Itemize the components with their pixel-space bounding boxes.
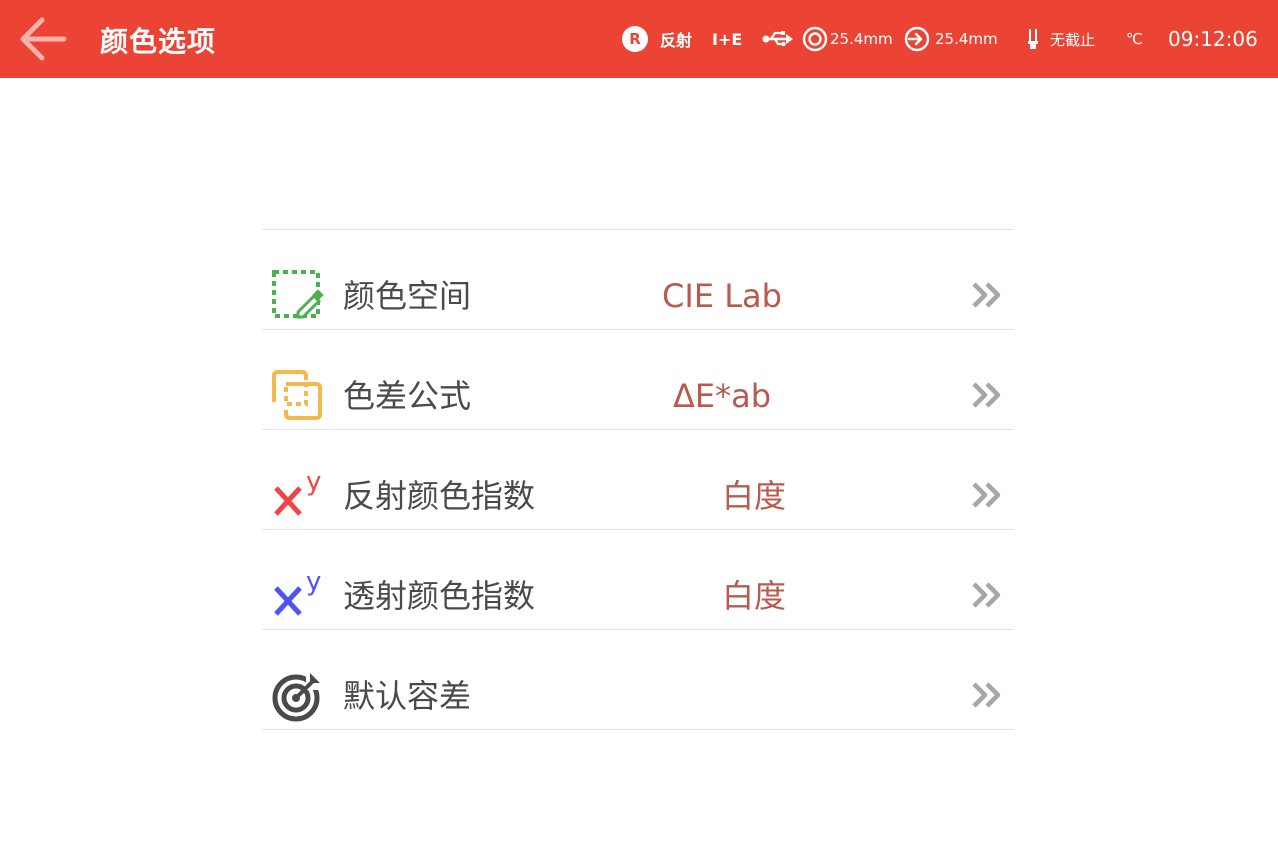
menu-item-label: 颜色空间 <box>343 277 472 315</box>
usb-icon <box>762 31 793 47</box>
back-button[interactable] <box>14 10 76 68</box>
menu-item-delta-e-formula[interactable]: 色差公式 ΔE*ab <box>262 330 1014 430</box>
menu-item-value: CIE Lab <box>662 277 782 315</box>
menu-item-value: 白度 <box>721 477 786 515</box>
temp-unit: ℃ <box>1126 30 1143 48</box>
xy-index-icon: y <box>274 470 321 516</box>
menu-item-color-space[interactable]: 颜色空间 CIE Lab <box>262 230 1014 330</box>
mode-badge: R <box>622 0 648 78</box>
clock: 09:12:06 <box>1168 27 1258 51</box>
usb-status <box>762 0 794 78</box>
menu-item-label: 色差公式 <box>343 377 472 415</box>
overlap-squares-icon <box>272 370 322 420</box>
menu-item-value: ΔE*ab <box>672 377 772 415</box>
double-chevron-right-icon <box>972 482 1001 508</box>
lens-status: 25.4mm <box>904 0 998 78</box>
superscript-y: y <box>306 570 321 597</box>
superscript-y: y <box>306 470 321 497</box>
xy-index-icon: y <box>274 570 321 616</box>
lens-icon <box>904 26 930 52</box>
lamp-icon <box>1028 29 1038 49</box>
menu-item-label: 反射颜色指数 <box>343 477 536 515</box>
color-picker-icon <box>272 270 324 319</box>
aperture-status: 25.4mm <box>802 0 893 78</box>
aperture-icon <box>802 26 828 52</box>
menu-item-transmit-color-index[interactable]: y 透射颜色指数 白度 <box>262 530 1014 630</box>
top-bar: 颜色选项 R 反射 I+E 25.4mm 25.4mm 无截止 ℃ 09:12:… <box>0 0 1278 78</box>
lens-value: 25.4mm <box>935 30 998 48</box>
menu-item-reflect-color-index[interactable]: y 反射颜色指数 白度 <box>262 430 1014 530</box>
uv-label: 无截止 <box>1050 30 1096 49</box>
color-options-menu: 颜色空间 CIE Lab 色差公式 ΔE*ab y 反射颜色指数 白度 y 透射… <box>262 229 1014 730</box>
double-chevron-right-icon <box>972 582 1001 608</box>
target-icon <box>272 673 322 722</box>
double-chevron-right-icon <box>972 682 1001 708</box>
double-chevron-right-icon <box>972 382 1001 408</box>
mode-label: 反射 <box>660 31 693 50</box>
double-chevron-right-icon <box>972 282 1001 308</box>
menu-item-label: 透射颜色指数 <box>343 577 536 615</box>
uv-status: 无截止 <box>1026 0 1095 78</box>
arrow-left-icon <box>20 17 67 61</box>
measure-mode: I+E <box>712 29 743 49</box>
mode-badge-letter: R <box>622 26 648 52</box>
menu-item-label: 默认容差 <box>343 677 472 715</box>
page-title: 颜色选项 <box>100 25 217 58</box>
menu-item-value: 白度 <box>721 577 786 615</box>
menu-item-default-tolerance[interactable]: 默认容差 <box>262 630 1014 730</box>
aperture-value: 25.4mm <box>830 30 893 48</box>
